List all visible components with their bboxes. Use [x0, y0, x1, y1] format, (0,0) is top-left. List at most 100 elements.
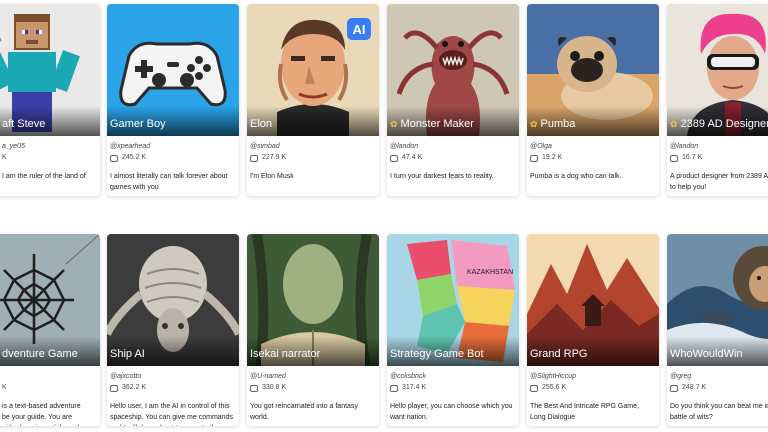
count-value: K [2, 384, 7, 391]
card-handle[interactable]: @U-named [250, 372, 379, 381]
count-value: 227.9 K [262, 154, 287, 161]
card-description: is a text-based adventure be your guide.… [2, 403, 81, 426]
card-description: I am the ruler of the land of [2, 173, 86, 180]
chat-icon [110, 154, 118, 162]
card-title-bar: dventure Game [0, 336, 100, 366]
card-title: dventure Game [2, 348, 78, 360]
card-chat-count: K [2, 383, 100, 393]
card-title-text: 2389 AD Designer [680, 118, 768, 130]
card-title: aft Steve [2, 118, 46, 130]
ai-badge: AI [347, 18, 371, 40]
card-chat-count: 47.4 K [390, 153, 519, 163]
count-value: K [2, 154, 7, 161]
character-card-strategy-game-bot[interactable]: KAZAKHSTAN Strategy Game Bot @ccksbnck 3… [387, 234, 519, 426]
card-title-bar: Ship AI [107, 336, 239, 366]
count-value: 362.2 K [122, 384, 147, 391]
card-chat-count: 362.2 K [110, 383, 239, 393]
character-card-minecraft-steve[interactable]: aft Steve a_ye05 K I am the ruler of the… [0, 4, 100, 196]
chat-icon [670, 154, 678, 162]
card-image: AI Elon [247, 4, 379, 136]
chat-icon [390, 154, 398, 162]
count-value: 16.7 K [682, 154, 703, 161]
card-image: ✿ Pumba [527, 4, 659, 136]
character-card-grand-rpg[interactable]: Grand RPG @SlightHiccup 255.6 K The Best… [527, 234, 659, 426]
card-chat-count: 245.2 K [110, 153, 239, 163]
card-image: Isekai narrator [247, 234, 379, 366]
card-description: Hello user, I am the AI in control of th… [110, 403, 233, 426]
card-chat-count: 317.4 K [390, 383, 519, 393]
card-title: Elon [250, 118, 273, 130]
card-handle[interactable]: @Olga [530, 142, 659, 151]
card-description: I'm Elon Musk [250, 173, 294, 180]
count-value: 245.2 K [122, 154, 147, 161]
card-description: A product designer from 2389 AD here to … [670, 173, 768, 191]
character-card-ship-ai[interactable]: Ship AI @ajxcotto 362.2 K Hello user, I … [107, 234, 239, 426]
card-image: Gamer Boy [107, 4, 239, 136]
card-title-text: Monster Maker [400, 118, 474, 130]
card-image: Grand RPG [527, 234, 659, 366]
card-handle[interactable]: a_ye05 [2, 142, 100, 151]
count-value: 47.4 K [402, 154, 423, 161]
card-chat-count: 227.9 K [250, 153, 379, 163]
card-chat-count: K [2, 153, 100, 163]
card-chat-count: 19.2 K [530, 153, 659, 163]
featured-icon: ✿ [390, 119, 398, 129]
character-card-monster-maker[interactable]: ✿ Monster Maker @landon 47.4 K I turn you… [387, 4, 519, 196]
chat-icon [110, 384, 118, 392]
card-handle[interactable]: @SlightHiccup [530, 372, 659, 381]
chat-icon [530, 384, 538, 392]
card-title: Ship AI [110, 348, 145, 360]
character-card-pumba[interactable]: ✿ Pumba @Olga 19.2 K Pumba is a dog who c… [527, 4, 659, 196]
card-title-bar: ✿ 2389 AD Designer [667, 106, 768, 136]
chat-icon [250, 154, 258, 162]
card-handle[interactable]: @landon [390, 142, 519, 151]
card-title-bar: ✿ Monster Maker [387, 106, 519, 136]
card-title: Grand RPG [530, 348, 588, 360]
card-image: KAZAKHSTAN Strategy Game Bot [387, 234, 519, 366]
card-title-bar: aft Steve [0, 106, 100, 136]
card-image: ✿ 2389 AD Designer [667, 4, 768, 136]
chat-icon [250, 384, 258, 392]
chat-icon [670, 384, 678, 392]
card-handle[interactable]: @ajxcotto [110, 372, 239, 381]
card-image: aft Steve [0, 4, 100, 136]
card-chat-count: 248.7 K [670, 383, 768, 393]
card-title-bar: Grand RPG [527, 336, 659, 366]
card-title: WhoWouldWin [670, 348, 743, 360]
card-title-bar: Strategy Game Bot [387, 336, 519, 366]
card-chat-count: 16.7 K [670, 153, 768, 163]
card-chat-count: 330.8 K [250, 383, 379, 393]
card-image: Ship AI [107, 234, 239, 366]
card-description: You got reincarnated into a fantasy worl… [250, 403, 358, 421]
card-handle[interactable]: @ccksbnck [390, 372, 519, 381]
card-title-bar: Gamer Boy [107, 106, 239, 136]
card-title: ✿ Pumba [530, 118, 575, 131]
character-card-2389-ad-designer[interactable]: ✿ 2389 AD Designer @landon 16.7 K A produ… [667, 4, 768, 196]
character-card-text-adventure-game[interactable]: dventure Game K is a text-based adventur… [0, 234, 100, 426]
card-title-text: Pumba [540, 118, 576, 130]
svg-text:KAZAKHSTAN: KAZAKHSTAN [467, 269, 513, 276]
card-title: Isekai narrator [250, 348, 321, 360]
card-image: WhoWouldWin [667, 234, 768, 366]
character-card-isekai-narrator[interactable]: Isekai narrator @U-named 330.8 K You got… [247, 234, 379, 426]
card-handle[interactable] [2, 372, 100, 381]
card-title-bar: ✿ Pumba [527, 106, 659, 136]
count-value: 19.2 K [542, 154, 563, 161]
card-description: I almost literally can talk forever abou… [110, 173, 228, 191]
card-handle[interactable]: @greg [670, 372, 768, 381]
card-title: Strategy Game Bot [390, 348, 484, 360]
card-handle[interactable]: @landon [670, 142, 768, 151]
card-title: ✿ Monster Maker [390, 118, 474, 131]
character-card-whowouldwin[interactable]: WhoWouldWin @greg 248.7 K Do you think y… [667, 234, 768, 426]
card-handle[interactable]: @xpearhead [110, 142, 239, 151]
card-description: The Best And Intricate RPG Game, Long Di… [530, 403, 639, 421]
character-card-elon[interactable]: AI Elon @simbad 227.9 K I'm Elon Musk [247, 4, 379, 196]
card-title: Gamer Boy [110, 118, 166, 130]
card-title: ✿ 2389 AD Designer [670, 118, 768, 131]
card-handle[interactable]: @simbad [250, 142, 379, 151]
character-card-gamer-boy[interactable]: Gamer Boy @xpearhead 245.2 K I almost li… [107, 4, 239, 196]
count-value: 330.8 K [262, 384, 287, 391]
card-description: Hello player, you can choose which you w… [390, 403, 513, 421]
card-title-bar: WhoWouldWin [667, 336, 768, 366]
chat-icon [390, 384, 398, 392]
